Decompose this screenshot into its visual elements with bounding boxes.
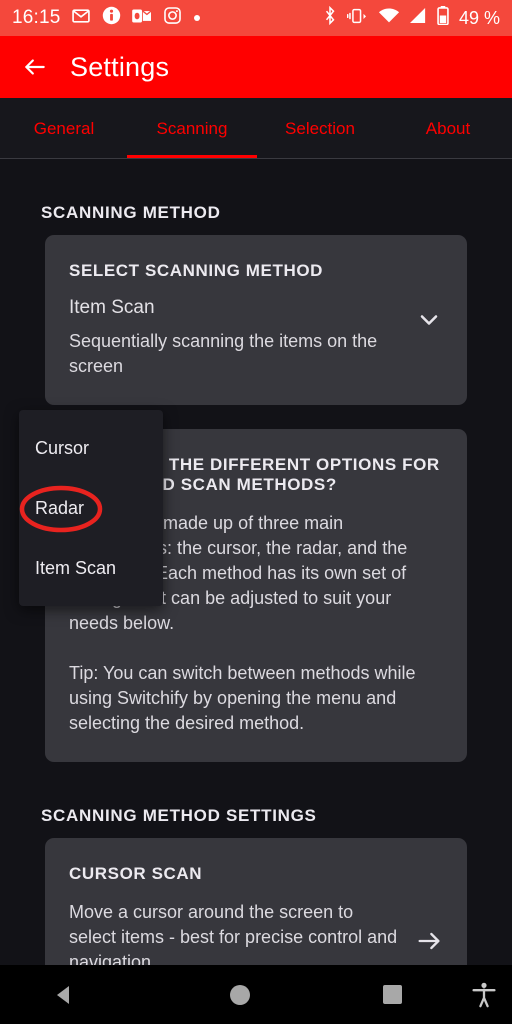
dot-icon [193, 9, 201, 27]
tab-selection[interactable]: Selection [256, 98, 384, 159]
arrow-right-icon[interactable] [415, 927, 443, 955]
card-description: Sequentially scanning the items on the s… [69, 331, 378, 376]
wifi-icon [378, 7, 400, 29]
chevron-down-icon[interactable] [415, 306, 443, 334]
accessibility-icon[interactable] [456, 982, 512, 1008]
instagram-icon [163, 6, 182, 30]
person-info-icon [102, 6, 121, 30]
status-clock: 16:15 [12, 7, 61, 28]
tab-about[interactable]: About [384, 98, 512, 159]
outlook-icon [131, 7, 152, 30]
status-bar: 16:15 49 % [0, 0, 512, 36]
status-system-icons: 49 % [322, 5, 500, 30]
home-circle-icon[interactable] [176, 984, 304, 1006]
battery-icon [437, 6, 449, 30]
menu-item-cursor[interactable]: Cursor [19, 418, 163, 478]
card-title: CURSOR SCAN [69, 864, 203, 883]
select-scanning-method-card[interactable]: SELECT SCANNING METHOD Item Scan Sequent… [45, 235, 467, 405]
system-navigation-bar [0, 965, 512, 1024]
menu-item-label: Radar [35, 497, 85, 518]
back-triangle-icon[interactable] [0, 984, 128, 1006]
tab-general[interactable]: General [0, 98, 128, 159]
mail-icon [71, 6, 91, 31]
phone-screen: 16:15 49 % Settings General Scanning Sel… [0, 0, 512, 1024]
tab-label: General [33, 118, 95, 138]
status-notification-icons [71, 6, 201, 31]
tab-scanning[interactable]: Scanning [127, 98, 257, 159]
menu-item-label: Item Scan [35, 557, 117, 578]
menu-item-radar[interactable]: Radar [19, 478, 163, 538]
battery-percentage: 49 % [458, 7, 500, 28]
card-description: Move a cursor around the screen to selec… [69, 902, 398, 965]
app-bar: Settings [0, 36, 512, 98]
section-header-scanning-method: SCANNING METHOD [41, 203, 221, 222]
tab-bar: General Scanning Selection About [0, 98, 512, 159]
scanning-method-dropdown-menu[interactable]: Cursor Radar Item Scan [19, 410, 163, 606]
recents-square-icon[interactable] [328, 985, 456, 1004]
tab-label: Selection [285, 118, 355, 138]
card-paragraph: Tip: You can switch between methods whil… [69, 663, 416, 733]
section-header-scanning-method-settings: SCANNING METHOD SETTINGS [41, 806, 317, 825]
cursor-scan-card[interactable]: CURSOR SCAN Move a cursor around the scr… [45, 838, 467, 965]
menu-item-item-scan[interactable]: Item Scan [19, 538, 163, 598]
tab-label: Scanning [156, 118, 228, 138]
signal-icon [409, 7, 428, 29]
arrow-left-icon[interactable] [22, 54, 48, 80]
menu-item-label: Cursor [35, 437, 90, 458]
card-title: SELECT SCANNING METHOD [69, 261, 324, 280]
bluetooth-icon [322, 5, 338, 30]
page-title: Settings [70, 51, 170, 82]
vibrate-icon [346, 7, 369, 30]
tab-label: About [425, 118, 471, 138]
selected-scanning-method-value: Item Scan [69, 297, 155, 318]
